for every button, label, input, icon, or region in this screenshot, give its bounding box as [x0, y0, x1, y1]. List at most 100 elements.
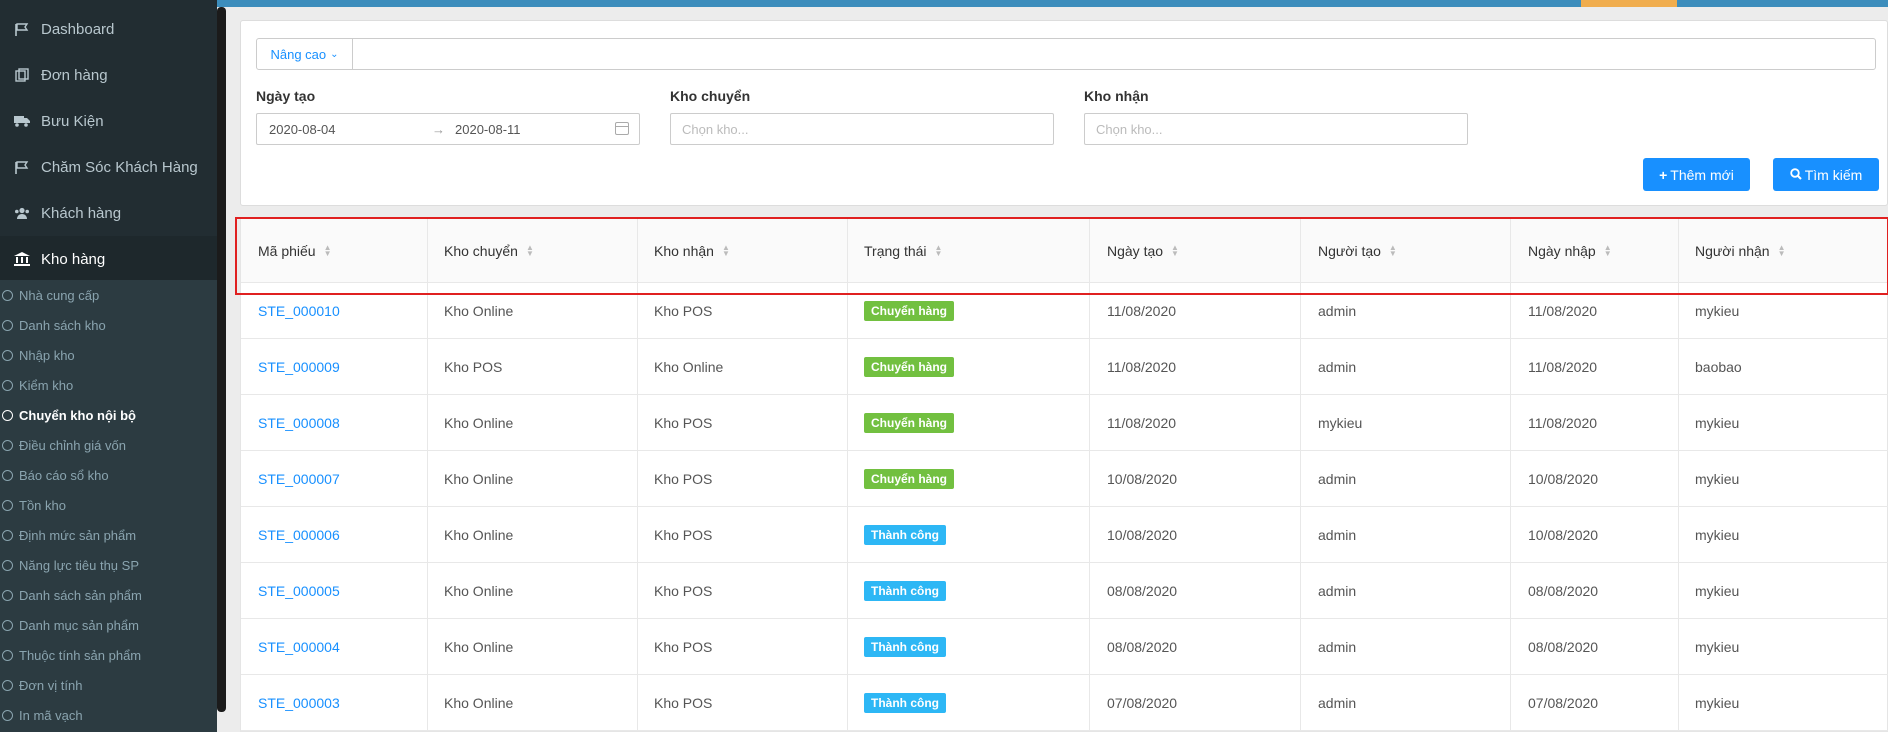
truck-icon [13, 113, 31, 129]
sort-icon[interactable]: ▲ ▼ [324, 244, 332, 258]
submenu-item-label: Danh sách kho [19, 317, 106, 333]
code-link[interactable]: STE_000010 [258, 303, 340, 319]
cell-created: 07/08/2020 [1090, 675, 1301, 731]
cell-text: 07/08/2020 [1107, 695, 1178, 711]
submenu-item-print-barcode[interactable]: In mã vạch [0, 700, 217, 730]
cell-from: Kho POS [428, 339, 638, 395]
cell-text: 08/08/2020 [1528, 583, 1599, 599]
submenu-item-stock-in[interactable]: Nhập kho [0, 340, 217, 370]
cell-imported: 11/08/2020 [1511, 395, 1679, 451]
sort-icon[interactable]: ▲ ▼ [1778, 244, 1786, 258]
to-warehouse-placeholder: Chọn kho... [1096, 121, 1163, 137]
submenu-item-label: In mã vạch [19, 707, 83, 723]
header-from-warehouse[interactable]: Kho chuyển ▲ ▼ [428, 219, 638, 283]
cell-status: Chuyển hàng [848, 339, 1090, 395]
sort-icon[interactable]: ▲ ▼ [526, 244, 534, 258]
submenu-item-product-attributes[interactable]: Thuộc tính sản phẩm [0, 640, 217, 670]
sort-icon[interactable]: ▲ ▼ [935, 244, 943, 258]
table-row[interactable]: STE_000004 Kho Online Kho POS Thành công 08/… [241, 619, 1888, 675]
submenu-item-consumption-capacity[interactable]: Năng lực tiêu thụ SP [0, 550, 217, 580]
submenu-item-warehouse-list[interactable]: Danh sách kho [0, 310, 217, 340]
cell-code[interactable]: STE_000010 [241, 283, 428, 339]
sidebar-item-parcels[interactable]: Bưu Kiện [0, 98, 217, 144]
from-warehouse-select[interactable]: Chọn kho... [670, 113, 1054, 145]
table-row[interactable]: STE_000010 Kho Online Kho POS Chuyển hàng 11… [241, 283, 1888, 339]
sort-icon[interactable]: ▲ ▼ [1171, 244, 1179, 258]
cell-text: admin [1318, 471, 1357, 487]
submenu-item-internal-transfer[interactable]: Chuyển kho nội bộ [0, 400, 217, 430]
sidebar-item-orders[interactable]: Đơn hàng [0, 52, 217, 98]
submenu-item-product-categories[interactable]: Danh mục sản phẩm [0, 610, 217, 640]
cell-text: mykieu [1695, 527, 1740, 543]
date-to[interactable]: 2020-08-11 [455, 122, 521, 137]
table-row[interactable]: STE_000008 Kho Online Kho POS Chuyển hàng 11… [241, 395, 1888, 451]
cell-text: 11/08/2020 [1528, 359, 1598, 375]
cell-code[interactable]: STE_000009 [241, 339, 428, 395]
cell-text: Kho POS [654, 303, 713, 319]
status-badge: Thành công [864, 693, 946, 713]
cell-text: baobao [1695, 359, 1742, 375]
column-label: Người tạo [1318, 243, 1381, 259]
date-range-picker[interactable]: 2020-08-04 → 2020-08-11 [256, 113, 640, 145]
submenu-item-inventory[interactable]: Tồn kho [0, 490, 217, 520]
cell-status: Chuyển hàng [848, 451, 1090, 507]
date-from[interactable]: 2020-08-04 [269, 122, 336, 137]
submenu-item-product-list[interactable]: Danh sách sản phẩm [0, 580, 217, 610]
sidebar-item-dashboard[interactable]: Dashboard [0, 6, 217, 52]
header-creator[interactable]: Người tạo ▲ ▼ [1301, 219, 1511, 283]
code-link[interactable]: STE_000007 [258, 471, 340, 487]
sort-icon[interactable]: ▲ ▼ [1604, 244, 1612, 258]
submenu-item-suppliers[interactable]: Nhà cung cấp [0, 280, 217, 310]
code-link[interactable]: STE_000008 [258, 415, 340, 431]
table-row[interactable]: STE_000005 Kho Online Kho POS Thành công 08/… [241, 563, 1888, 619]
cell-code[interactable]: STE_000006 [241, 507, 428, 563]
code-link[interactable]: STE_000009 [258, 359, 340, 375]
cell-status: Chuyển hàng [848, 283, 1090, 339]
code-link[interactable]: STE_000006 [258, 527, 340, 543]
cell-status: Thành công [848, 675, 1090, 731]
code-link[interactable]: STE_000005 [258, 583, 340, 599]
submenu-item-ledger-report[interactable]: Báo cáo sổ kho [0, 460, 217, 490]
header-receiver[interactable]: Người nhận ▲ ▼ [1679, 219, 1888, 283]
cell-code[interactable]: STE_000008 [241, 395, 428, 451]
calendar-icon[interactable] [615, 122, 629, 135]
header-status[interactable]: Trạng thái ▲ ▼ [848, 219, 1090, 283]
circle-icon [2, 379, 13, 391]
cell-created: 10/08/2020 [1090, 451, 1301, 507]
advanced-toggle-button[interactable]: Nâng cao ⌄ [257, 39, 353, 69]
add-new-button[interactable]: + Thêm mới [1643, 158, 1750, 191]
search-button[interactable]: Tìm kiếm [1773, 158, 1879, 191]
table-row[interactable]: STE_000009 Kho POS Kho Online Chuyển hàng 11… [241, 339, 1888, 395]
sidebar-item-warehouse[interactable]: Kho hàng [0, 236, 217, 282]
code-link[interactable]: STE_000004 [258, 639, 340, 655]
header-to-warehouse[interactable]: Kho nhận ▲ ▼ [638, 219, 848, 283]
cell-to: Kho POS [638, 619, 848, 675]
cell-to: Kho POS [638, 675, 848, 731]
advanced-search-bar[interactable]: Nâng cao ⌄ [256, 38, 1876, 70]
header-import-date[interactable]: Ngày nhập ▲ ▼ [1511, 219, 1679, 283]
header-code[interactable]: Mã phiếu ▲ ▼ [241, 219, 428, 283]
table-row[interactable]: STE_000003 Kho Online Kho POS Thành công 07/… [241, 675, 1888, 731]
submenu-item-stock-check[interactable]: Kiểm kho [0, 370, 217, 400]
sidebar-item-customers[interactable]: Khách hàng [0, 190, 217, 236]
table-row[interactable]: STE_000006 Kho Online Kho POS Thành công 10/… [241, 507, 1888, 563]
submenu-item-product-norms[interactable]: Định mức sản phẩm [0, 520, 217, 550]
header-created-date[interactable]: Ngày tạo ▲ ▼ [1090, 219, 1301, 283]
code-link[interactable]: STE_000003 [258, 695, 340, 711]
to-warehouse-select[interactable]: Chọn kho... [1084, 113, 1468, 145]
table-row[interactable]: STE_000007 Kho Online Kho POS Chuyển hàng 10… [241, 451, 1888, 507]
sidebar-scrollbar[interactable] [217, 7, 226, 712]
submenu-item-cost-adjustment[interactable]: Điều chỉnh giá vốn [0, 430, 217, 460]
sort-icon[interactable]: ▲ ▼ [722, 244, 730, 258]
cell-code[interactable]: STE_000007 [241, 451, 428, 507]
cell-code[interactable]: STE_000004 [241, 619, 428, 675]
sort-icon[interactable]: ▲ ▼ [1389, 244, 1397, 258]
cell-code[interactable]: STE_000003 [241, 675, 428, 731]
cell-code[interactable]: STE_000005 [241, 563, 428, 619]
circle-icon [2, 619, 13, 631]
submenu-item-units[interactable]: Đơn vị tính [0, 670, 217, 700]
cell-text: Kho POS [654, 415, 713, 431]
sidebar-item-customer-care[interactable]: Chăm Sóc Khách Hàng [0, 144, 217, 190]
cell-text: 10/08/2020 [1107, 471, 1178, 487]
circle-icon [2, 499, 13, 511]
